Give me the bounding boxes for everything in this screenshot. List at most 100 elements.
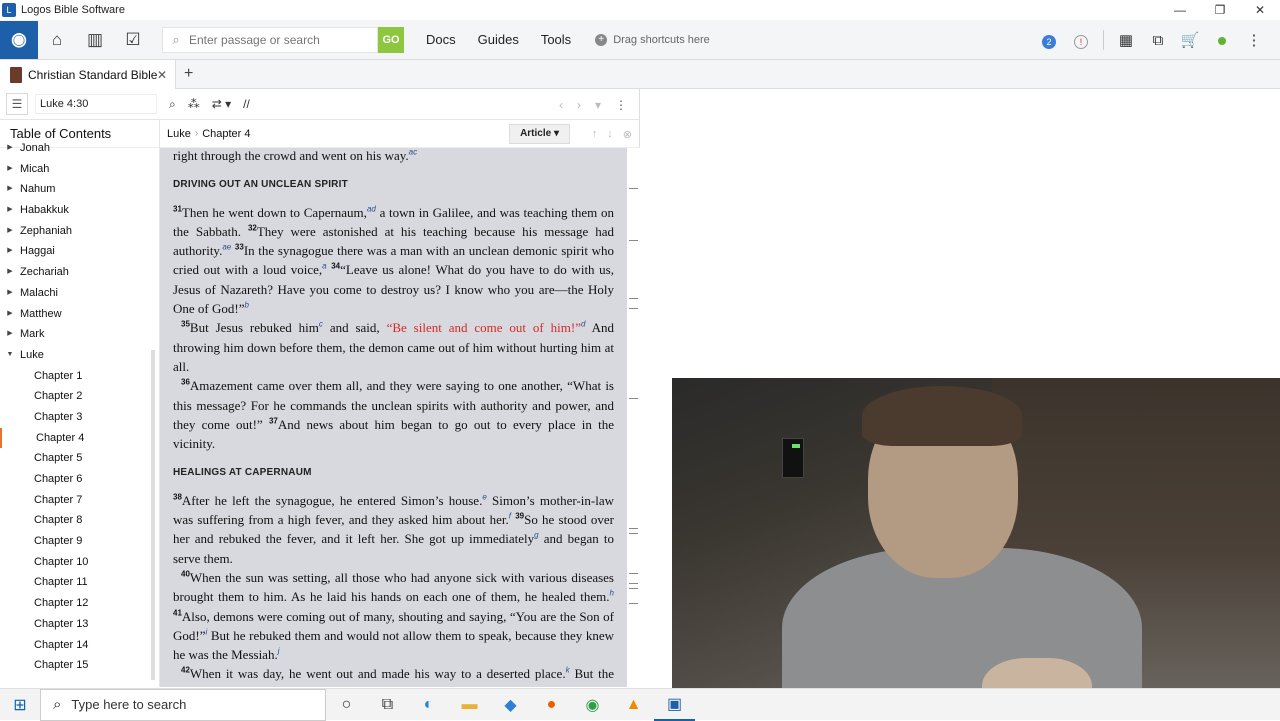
search-icon[interactable]: ⌕ [169, 97, 176, 112]
layouts-icon[interactable]: ▦ [1110, 31, 1142, 49]
sync-status-icon[interactable] [1206, 32, 1238, 49]
more-menu-icon[interactable]: ⋮ [1238, 31, 1270, 49]
chevron-right-icon[interactable]: ▶ [0, 241, 20, 262]
toc-item[interactable]: ▶ Habakkuk [0, 200, 152, 221]
taskbar-search[interactable]: ⌕ Type here to search [40, 688, 326, 721]
toc-item[interactable]: ▶ Jonah [0, 138, 152, 159]
chevron-right-icon[interactable]: ▶ [0, 304, 20, 325]
toc-item[interactable]: Chapter 2 [0, 386, 152, 407]
chevron-right-icon[interactable]: ▶ [0, 179, 20, 200]
forward-arrow-icon[interactable]: › [577, 98, 581, 112]
toc-item[interactable]: Chapter 7 [0, 490, 152, 511]
toc-item-label: Malachi [20, 286, 58, 299]
toc-item[interactable]: ▶ Mark [0, 324, 152, 345]
toc-item[interactable]: ▶ Zechariah [0, 262, 152, 283]
toc-item-label: Chapter 11 [34, 576, 88, 589]
toc-item[interactable]: Chapter 9 [0, 531, 152, 552]
menu-tools[interactable]: Tools [541, 32, 571, 47]
logos-home-logo-button[interactable]: ◉ [0, 20, 38, 59]
panel-menu-icon[interactable]: ☰ [6, 93, 28, 115]
toc-scrollbar[interactable] [151, 350, 155, 680]
reference-input[interactable]: Luke 4:30 [35, 94, 157, 114]
maximize-button[interactable]: ❐ [1200, 0, 1240, 20]
back-arrow-icon[interactable]: ‹ [559, 98, 563, 112]
toc-item[interactable]: ▶ Matthew [0, 304, 152, 325]
chevron-right-icon[interactable]: ▶ [0, 159, 20, 180]
cart-icon[interactable]: 🛒 [1174, 31, 1206, 49]
task-view-icon[interactable]: ⧉ [367, 689, 408, 721]
window-titlebar: L Logos Bible Software — ❐ ✕ [0, 0, 1280, 20]
menu-guides[interactable]: Guides [478, 32, 519, 47]
add-tab-button[interactable]: + [184, 65, 193, 83]
file-explorer-icon[interactable]: ▬ [449, 689, 490, 721]
close-window-button[interactable]: ✕ [1240, 0, 1280, 20]
toolbar-divider [1103, 30, 1104, 50]
menu-docs[interactable]: Docs [426, 32, 456, 47]
chevron-right-icon[interactable]: ▶ [0, 283, 20, 304]
toc-item[interactable]: Chapter 11 [0, 572, 152, 593]
shortcuts-bar[interactable]: + Drag shortcuts here [595, 33, 710, 46]
cortana-icon[interactable]: ○ [326, 689, 367, 721]
toc-item[interactable]: Chapter 10 [0, 552, 152, 573]
toc-item[interactable]: Chapter 13 [0, 614, 152, 635]
windows-taskbar: ⊞ ⌕ Type here to search ○ ⧉ ◐ ▬ ◆ ● ◉ ▲ … [0, 688, 1280, 721]
toc-item[interactable]: Chapter 6 [0, 469, 152, 490]
chevron-right-icon[interactable]: ▶ [0, 138, 20, 159]
toc-item[interactable]: ▼ Luke [0, 345, 152, 366]
history-dropdown-icon[interactable]: ▾ [595, 98, 601, 112]
chrome-icon[interactable]: ◉ [572, 689, 613, 721]
breadcrumb-chapter[interactable]: Chapter 4 [202, 128, 250, 140]
firefox-icon[interactable]: ● [531, 689, 572, 721]
toc-item-label: Luke [20, 348, 44, 361]
reader-scrollbar[interactable] [627, 148, 640, 687]
windows-start-icon[interactable]: ⊞ [0, 695, 40, 715]
panel-more-icon[interactable]: ⋮ [615, 98, 627, 112]
chevron-right-icon[interactable]: ▶ [0, 200, 20, 221]
toc-item[interactable]: ▶ Zephaniah [0, 221, 152, 242]
toc-item-label: Zephaniah [20, 224, 72, 237]
scroll-up-arrow-icon[interactable]: ↑ [592, 128, 598, 140]
minimize-button[interactable]: — [1160, 0, 1200, 20]
text-comparison-icon[interactable]: ⇄ ▾ [212, 97, 231, 111]
logos-taskbar-icon[interactable]: ▣ [654, 689, 695, 721]
close-tab-icon[interactable]: ✕ [157, 68, 167, 82]
scroll-down-arrow-icon[interactable]: ↓ [607, 128, 613, 140]
chevron-down-icon[interactable]: ▼ [0, 345, 20, 366]
toc-item[interactable]: ▶ Micah [0, 159, 152, 180]
view-mode-dropdown[interactable]: Article ▾ [509, 124, 570, 144]
toc-item[interactable]: Chapter 5 [0, 448, 152, 469]
toc-item[interactable]: Chapter 4 [0, 427, 152, 449]
close-toc-icon[interactable]: ⊗ [623, 128, 632, 141]
toc-item[interactable]: Chapter 1 [0, 366, 152, 387]
edge-browser-icon[interactable]: ◐ [408, 689, 449, 721]
chevron-right-icon[interactable]: ▶ [0, 262, 20, 283]
chevron-right-icon[interactable]: ▶ [0, 324, 20, 345]
go-button[interactable]: GO [378, 26, 404, 53]
toc-item[interactable]: Chapter 3 [0, 407, 152, 428]
paragraph-36-37: 36Amazement came over them all, and they… [173, 377, 615, 452]
toc-item-label: Nahum [20, 183, 56, 196]
chevron-right-icon[interactable]: ▶ [0, 221, 20, 242]
home-icon[interactable]: ⌂ [38, 21, 76, 59]
passage-search-input[interactable] [189, 32, 349, 47]
toc-item[interactable]: ▶ Malachi [0, 283, 152, 304]
library-icon[interactable]: ▥ [76, 21, 114, 59]
toc-item[interactable]: Chapter 8 [0, 510, 152, 531]
paragraph-35: 35But Jesus rebuked himc and said, “Be s… [173, 320, 615, 374]
parallel-resources-icon[interactable]: // [243, 97, 250, 111]
alerts-button[interactable]: ! [1065, 32, 1097, 49]
tasks-icon[interactable]: ☑ [114, 21, 152, 59]
open-external-icon[interactable]: ⧉ [1142, 32, 1174, 49]
app-icon[interactable]: ◆ [490, 689, 531, 721]
vlc-icon[interactable]: ▲ [613, 689, 654, 721]
visual-filters-icon[interactable]: ⁂ [188, 97, 200, 111]
tab-christian-standard-bible[interactable]: Christian Standard Bible ✕ [0, 60, 176, 89]
breadcrumb-book[interactable]: Luke [160, 128, 191, 140]
toc-item-label: Mark [20, 328, 45, 341]
toc-item[interactable]: Chapter 15 [0, 655, 152, 676]
toc-item[interactable]: Chapter 12 [0, 593, 152, 614]
toc-item[interactable]: ▶ Nahum [0, 179, 152, 200]
toc-item[interactable]: Chapter 14 [0, 635, 152, 656]
notifications-button[interactable]: 2 [1033, 32, 1065, 49]
toc-item[interactable]: ▶ Haggai [0, 241, 152, 262]
